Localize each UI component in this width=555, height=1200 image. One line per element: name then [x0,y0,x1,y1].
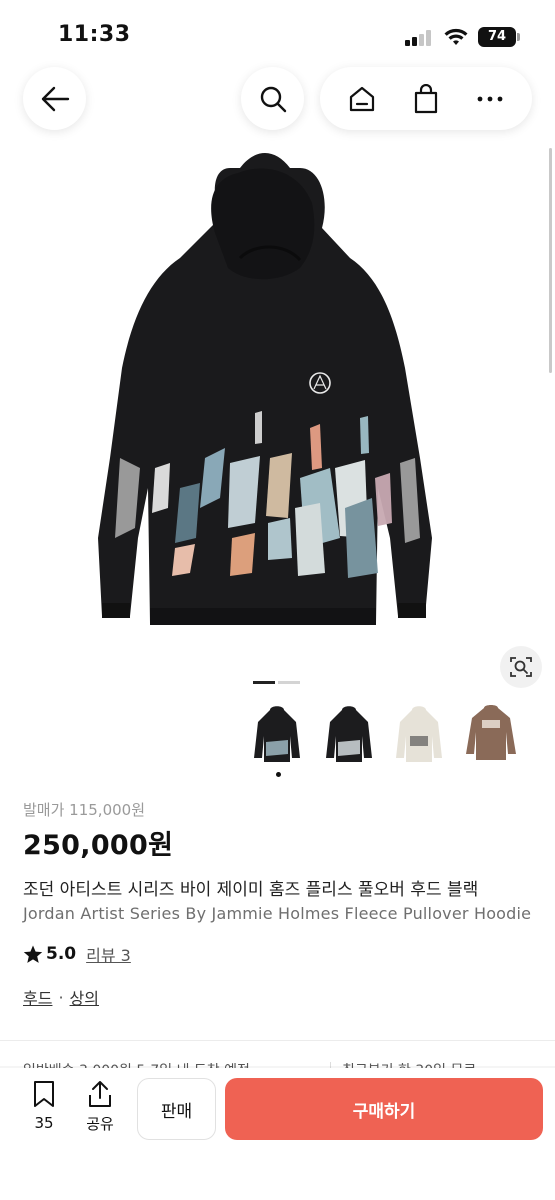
thumbnail-selected-dot [276,772,281,777]
cart-button[interactable] [406,79,446,119]
hoodie-thumb-icon [326,706,372,762]
hoodie-thumb-icon [396,706,442,762]
thumbnail-cream[interactable] [390,702,448,768]
divider [0,1040,555,1041]
category-breadcrumb: 후드 · 상의 [23,985,99,1009]
buy-button[interactable]: 구매하기 [225,1078,543,1140]
product-image[interactable] [0,68,555,700]
share-button[interactable]: 공유 [80,1080,120,1134]
wifi-icon [444,28,468,45]
lens-search-icon [510,657,532,677]
home-icon [349,86,375,111]
category-link-hood[interactable]: 후드 [23,985,52,1009]
lens-search-button[interactable] [500,646,542,688]
category-link-top[interactable]: 상의 [70,985,99,1009]
product-title-ko: 조던 아티스트 시리즈 바이 제이미 홈즈 플리스 풀오버 후드 블랙 [23,880,479,900]
status-time: 11:33 [58,22,131,47]
sell-button[interactable]: 판매 [137,1078,216,1140]
scroll-indicator [549,148,552,373]
bookmark-icon [34,1081,54,1107]
share-icon [89,1081,111,1107]
share-label: 공유 [86,1115,114,1133]
search-button[interactable] [241,67,304,130]
title-container: 조던 아티스트 시리즈 바이 제이미 홈즈 플리스 풀오버 후드 블랙 Jord… [0,860,555,940]
thumbnail-brown[interactable] [462,702,520,768]
bookmark-button[interactable]: 35 [24,1080,64,1132]
signal-icon [405,30,433,46]
image-pager [253,681,301,684]
hoodie-thumb-icon [254,706,300,762]
home-button[interactable] [342,79,382,119]
bookmark-count: 35 [34,1114,54,1132]
rating-score: 5.0 [46,944,77,964]
shopping-bag-icon [414,83,438,113]
battery-indicator: 74 [478,27,516,47]
back-button[interactable] [23,67,86,130]
review-link[interactable]: 리뷰 3 [86,942,131,966]
arrow-left-icon [41,86,69,111]
nav-action-group [320,67,532,130]
more-horizontal-icon [477,96,503,101]
thumbnail-black-1[interactable] [248,702,306,768]
star-icon [23,945,43,963]
price: 250,000원 [23,830,174,861]
pager-segment [278,681,300,684]
category-separator: · [58,987,64,1007]
search-icon [260,86,286,112]
rating-row: 5.0 리뷰 3 [23,942,131,966]
status-bar: 11:33 74 [0,0,555,70]
product-title-en: Jordan Artist Series By Jammie Holmes Fl… [23,904,532,923]
more-button[interactable] [470,79,510,119]
battery-tip [517,33,520,41]
thumbnail-black-2[interactable] [320,702,378,768]
release-price: 발매가 115,000원 [23,801,145,819]
pager-segment-active [253,681,275,684]
hoodie-thumb-icon [466,705,516,760]
hoodie-illustration [98,153,432,625]
